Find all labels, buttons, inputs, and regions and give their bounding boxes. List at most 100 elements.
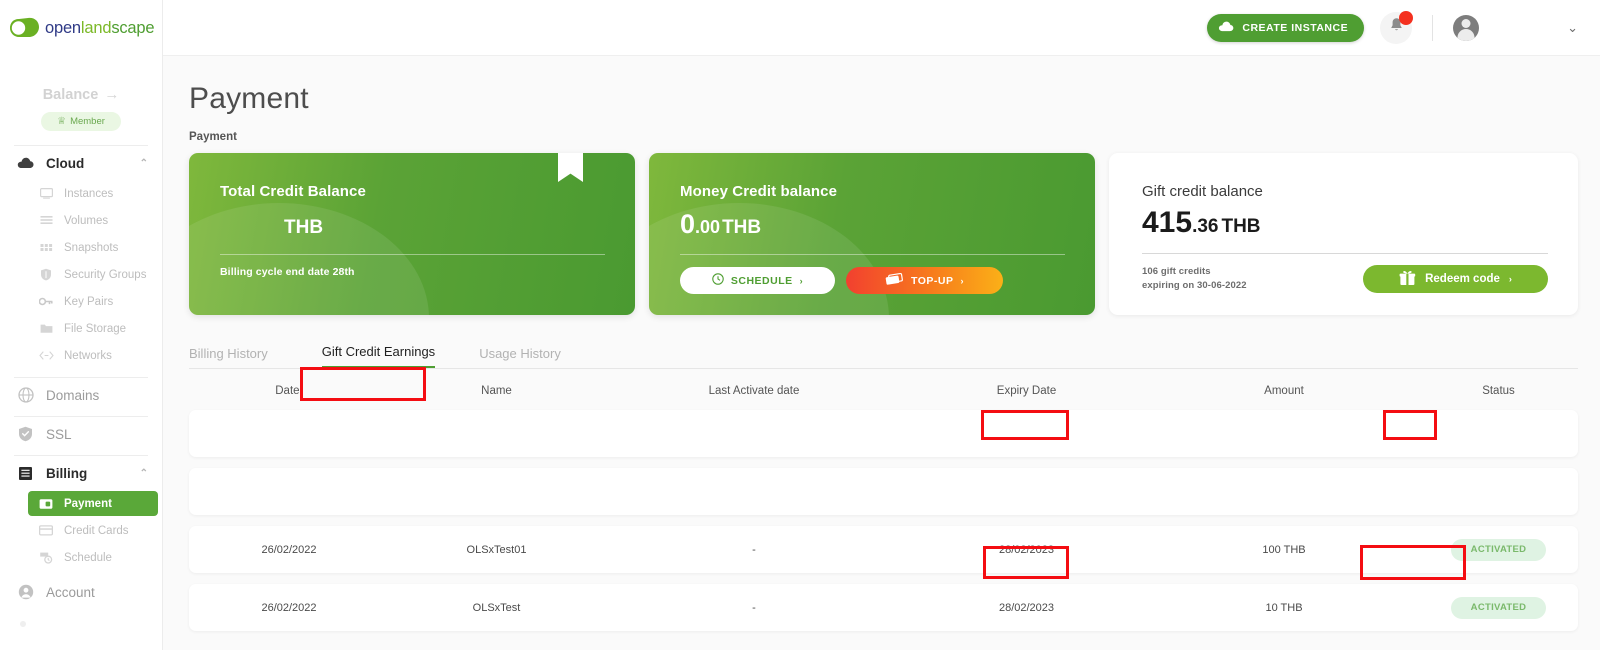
status-badge: ACTIVATED [1451, 596, 1546, 619]
sidebar-item-ssl-label: SSL [46, 426, 72, 442]
main-area: CREATE INSTANCE ⌄ Payment Payment Total … [163, 0, 1600, 650]
money-credit-balance-amount: 0.00 THB [680, 209, 1065, 240]
user-circle-icon [16, 584, 35, 600]
column-header-status: Status [1482, 385, 1515, 397]
wallet-icon [38, 498, 54, 510]
cloud-icon [16, 157, 35, 169]
sidebar-item-snapshots-label: Snapshots [64, 241, 119, 254]
gift-credit-balance-card: Gift credit balance 415.36 THB 106 gift c… [1109, 153, 1578, 315]
breadcrumb: Payment [189, 131, 237, 143]
money-credit-actions: SCHEDULE › TOP-UP › [680, 267, 1065, 294]
cell-last-activate: - [752, 601, 756, 614]
chevron-right-icon-schedule: › [799, 275, 804, 286]
status-badge: ACTIVATED [1451, 538, 1546, 561]
sidebar-item-key-pairs-label: Key Pairs [64, 295, 114, 308]
table-row[interactable]: 26/02/2022 OLSxTest - 28/02/2023 10 THB … [189, 584, 1578, 631]
card-rule-2 [680, 254, 1065, 255]
sidebar-item-volumes[interactable]: Volumes [0, 207, 162, 234]
cloud-icon-button [1218, 21, 1234, 35]
notification-badge [1399, 10, 1414, 25]
schedule-button[interactable]: SCHEDULE › [680, 267, 835, 294]
bookmark-ribbon-icon [558, 153, 583, 182]
sidebar-item-account[interactable]: Account [0, 575, 162, 609]
gift-credit-count: 106 gift credits [1142, 266, 1211, 277]
calendar-clock-icon [38, 551, 54, 564]
chevron-up-icon-billing: ⌃ [139, 467, 148, 479]
sidebar-item-ssl[interactable]: SSL [0, 417, 162, 451]
column-header-name: Name [481, 385, 512, 397]
sidebar-item-networks-label: Networks [64, 349, 112, 362]
brand-name: openlandscape [45, 18, 155, 38]
gift-icon [1399, 270, 1416, 289]
gift-credit-balance-amount: 415.36 THB [1142, 206, 1548, 240]
tab-usage-history[interactable]: Usage History [479, 346, 561, 368]
page-title: Payment [189, 82, 309, 115]
sidebar-item-security-groups[interactable]: Security Groups [0, 261, 162, 288]
grid-icon [38, 242, 54, 253]
gift-credit-balance-label: Gift credit balance [1142, 183, 1263, 200]
page-content: Payment Payment Total Credit Balance THB… [163, 56, 1600, 631]
total-credit-balance-amount: THB [220, 209, 605, 240]
gift-credit-expiry: expiring on 30-06-2022 [1142, 280, 1247, 292]
cell-amount: 10 THB [1265, 601, 1303, 614]
brand-scape: scape [111, 18, 155, 37]
avatar[interactable] [1453, 14, 1480, 41]
sidebar-item-volumes-label: Volumes [64, 214, 109, 227]
balance-link[interactable]: Balance → [0, 86, 162, 103]
sidebar-item-credit-cards[interactable]: Credit Cards [0, 517, 162, 544]
sidebar-item-domains[interactable]: Domains [0, 378, 162, 412]
cell-date: 26/02/2022 [261, 543, 317, 556]
card-icon [38, 525, 54, 536]
sidebar-item-networks[interactable]: Networks [0, 342, 162, 369]
sidebar-item-payment-label: Payment [64, 497, 112, 510]
sidebar-item-schedule[interactable]: Schedule [0, 544, 162, 571]
sidebar-item-key-pairs[interactable]: Key Pairs [0, 288, 162, 315]
money-credit-whole: 0 [680, 209, 696, 239]
sidebar-item-payment[interactable]: Payment [28, 491, 158, 516]
sidebar-item-instances[interactable]: Instances [0, 180, 162, 207]
create-instance-button[interactable]: CREATE INSTANCE [1207, 13, 1365, 42]
sidebar-item-snapshots[interactable]: Snapshots [0, 234, 162, 261]
column-header-date: Date. [275, 385, 303, 397]
cell-status-wrap: ACTIVATED [1419, 596, 1578, 619]
openlandscape-logo-icon [9, 16, 43, 40]
tab-billing-history[interactable]: Billing History [189, 346, 268, 368]
topbar: CREATE INSTANCE ⌄ [163, 0, 1600, 56]
sidebar-item-file-storage[interactable]: File Storage [0, 315, 162, 342]
cards-icon [885, 272, 904, 289]
sidebar: openlandscape Balance → ♕ Member Cloud ⌃… [0, 0, 163, 650]
chevron-up-icon: ⌃ [139, 157, 148, 169]
code-icon [38, 351, 54, 360]
gift-credit-subtext: 106 gift credits expiring on 30-06-2022 [1142, 265, 1247, 294]
column-header-expiry-date: Expiry Date [996, 385, 1057, 397]
billing-icon [16, 466, 35, 481]
topup-button[interactable]: TOP-UP › [846, 267, 1003, 294]
cell-name: OLSxTest [472, 601, 521, 614]
money-credit-currency: THB [722, 217, 762, 238]
table-row[interactable]: 26/02/2022 OLSxTest01 - 28/02/2023 100 T… [189, 526, 1578, 573]
column-header-last-activate: Last Activate date [708, 385, 800, 397]
redeem-code-button[interactable]: Redeem code › [1363, 265, 1548, 294]
cell-last-activate: - [752, 543, 756, 556]
globe-icon [16, 387, 35, 403]
sidebar-group-billing[interactable]: Billing ⌃ [0, 456, 162, 490]
table-row[interactable] [189, 468, 1578, 515]
gift-credit-currency: THB [1221, 216, 1261, 237]
chevron-down-icon[interactable]: ⌄ [1567, 20, 1578, 36]
sidebar-item-cutoff[interactable] [0, 609, 162, 643]
balance-cards: Total Credit Balance THB Billing cycle e… [189, 153, 1578, 315]
sidebar-group-cloud-label: Cloud [46, 155, 85, 171]
gift-credit-whole: 415 [1142, 206, 1193, 239]
sidebar-group-billing-label: Billing [46, 465, 88, 481]
card-rule-3 [1142, 253, 1548, 254]
notifications-button[interactable] [1380, 10, 1414, 44]
table-row[interactable] [189, 410, 1578, 457]
sidebar-group-cloud[interactable]: Cloud ⌃ [0, 146, 162, 180]
money-credit-balance-label: Money Credit balance [680, 183, 838, 200]
sidebar-item-schedule-label: Schedule [64, 551, 112, 564]
topbar-divider [1432, 14, 1434, 41]
sidebar-item-security-groups-label: Security Groups [64, 268, 147, 281]
balance-label: Balance [42, 86, 99, 103]
tab-gift-credit-earnings[interactable]: Gift Credit Earnings [321, 344, 436, 368]
brand-logo[interactable]: openlandscape [0, 0, 162, 56]
